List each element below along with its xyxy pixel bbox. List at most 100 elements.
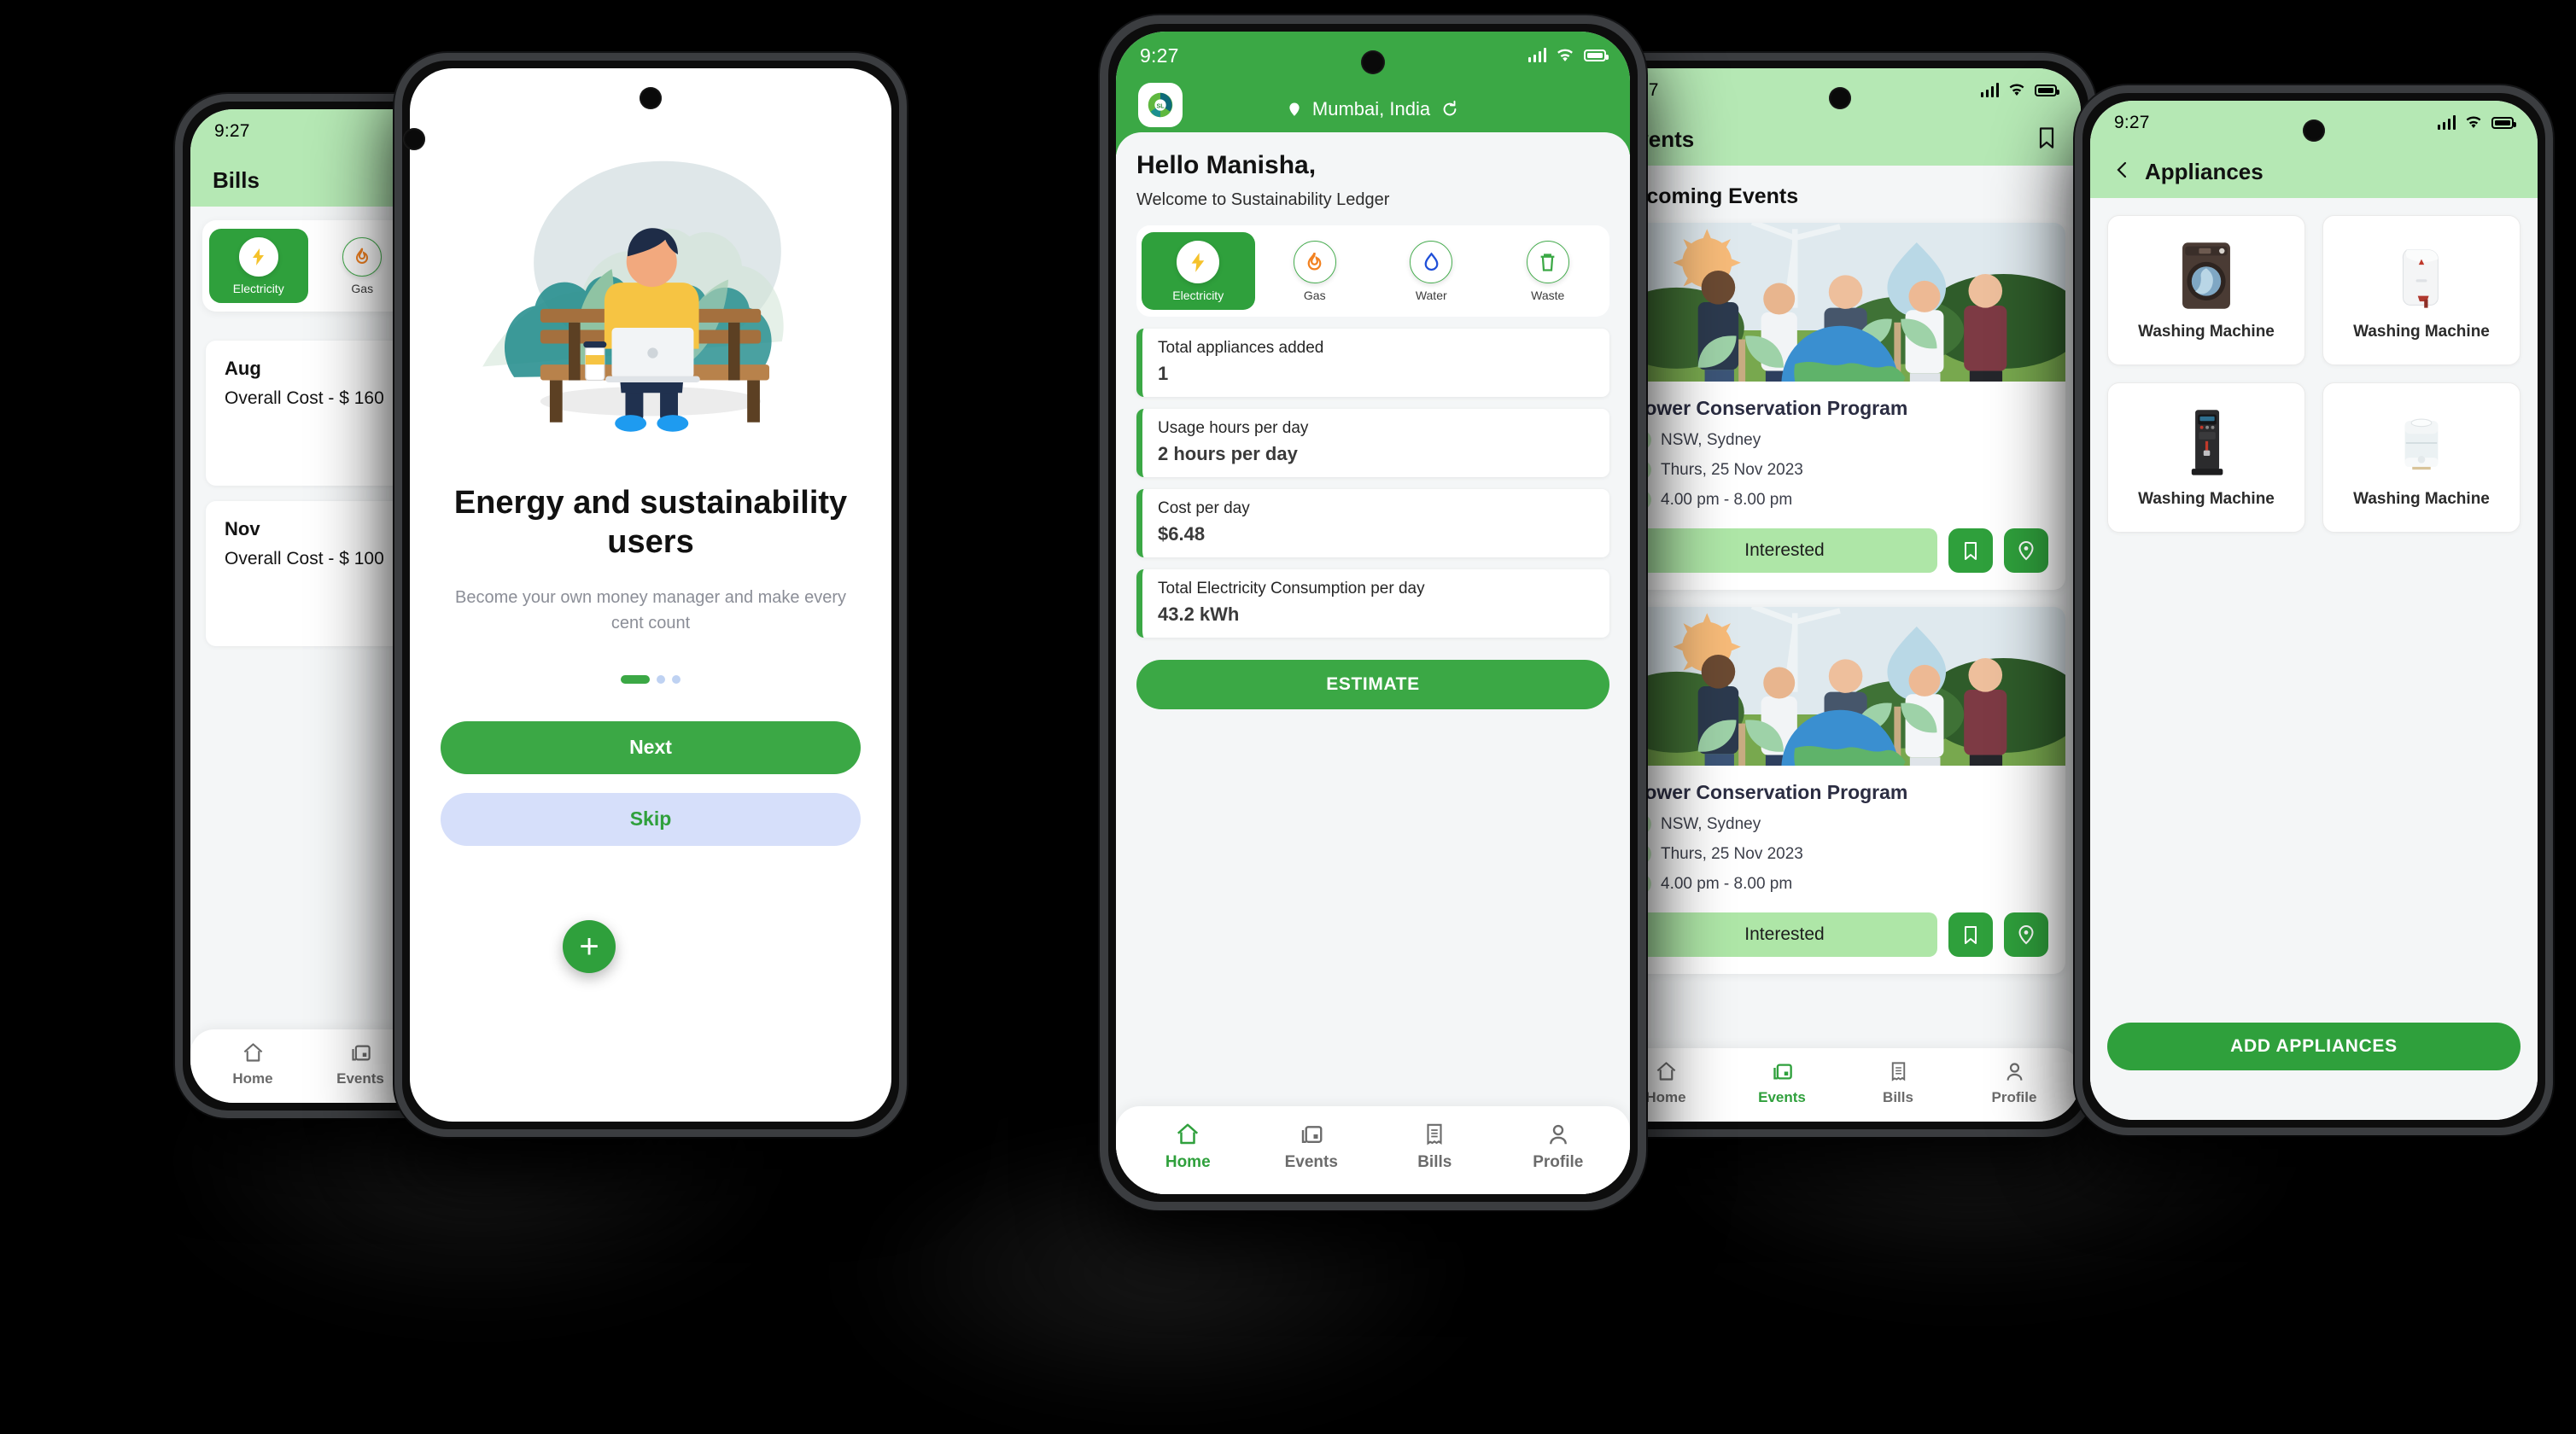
person-icon [2006,1063,2022,1081]
appliance-name: Washing Machine [2353,323,2490,341]
dot[interactable] [657,674,665,684]
bottom-nav: Home Events Bills Profile [1116,1106,1630,1194]
screen-onboarding: Energy and sustainability users Become y… [410,68,891,1122]
phone-events: 9:27 Events Upcoming Events [1584,53,2096,1137]
nav-item-events[interactable]: Events [1250,1122,1374,1172]
location-label: Mumbai, India [1311,98,1431,120]
add-appliances-button[interactable]: ADD APPLIANCES [2107,1023,2521,1070]
utility-chip-electricity[interactable]: Electricity [209,229,308,303]
nav-label: Profile [1533,1153,1584,1171]
water-dispenser-image [2191,410,2223,475]
person-on-bench-with-laptop-illustration [441,94,861,461]
screen-appliances: 9:27 Appliances Washing Machine Washing … [2090,101,2538,1120]
appliances-body: Washing Machine Washing Machine Washing … [2090,198,2538,1120]
nav-label: Bills [1417,1153,1452,1171]
save-event-button[interactable] [1948,912,1993,957]
stat-key: Usage hours per day [1158,419,1309,437]
calendar-icon [351,1045,371,1061]
nav-item-home[interactable]: Home [1126,1122,1250,1172]
bolt-icon [1177,241,1220,283]
location-pin-icon [2018,924,2034,945]
bookmark-icon[interactable] [2035,125,2059,154]
stat-value: 43.2 kWh [1158,603,1240,625]
interested-button[interactable]: Interested [1632,912,1937,957]
status-icons [1980,83,2059,97]
event-card[interactable]: Power Conservation Program NSW, Sydney T… [1615,223,2065,590]
camera-punch-hole [1361,50,1385,74]
utility-chip-gas[interactable]: Gas [1259,232,1372,310]
wifi-icon [1557,49,1573,61]
bill-month: Aug [225,358,261,379]
dot-active[interactable] [621,674,650,684]
screen-events: 9:27 Events Upcoming Events [1599,68,2081,1122]
appliance-name: Washing Machine [2353,490,2490,508]
event-card[interactable]: Power Conservation Program NSW, Sydney T… [1615,607,2065,974]
nav-item-home[interactable]: Home [199,1041,307,1087]
event-info: Power Conservation Program NSW, Sydney T… [1615,382,2065,590]
stat-key: Cost per day [1158,499,1250,517]
location-pin-icon [2018,540,2034,561]
event-title: Power Conservation Program [1632,397,1908,419]
location-row[interactable]: Mumbai, India [1116,98,1630,120]
event-date: Thurs, 25 Nov 2023 [1661,844,1803,863]
mockup-stage: 9:27 Bills Electricity Gas Aug Overall C… [0,0,2576,1434]
location-pin-icon [1289,102,1300,116]
stat-card: Cost per day $6.48 [1136,489,1609,557]
event-photo [1615,223,2065,382]
signal-icon [1980,83,1999,97]
nav-item-profile[interactable]: Profile [1497,1122,1621,1172]
pagination-dots [441,674,861,684]
plus-icon: + [579,928,599,965]
interested-button[interactable]: Interested [1632,528,1937,573]
event-map-button[interactable] [2004,912,2048,957]
onboarding-subtitle: Become your own money manager and make e… [454,587,846,632]
battery-icon [2035,85,2059,96]
app-bar: Appliances [2090,145,2538,198]
appliance-card[interactable]: Washing Machine [2322,382,2521,533]
event-time-row: 4.00 pm - 8.00 pm [1632,874,2048,894]
nav-item-bills[interactable]: Bills [1840,1060,1956,1106]
calendar-icon [1773,1064,1792,1080]
app-logo: SL [1138,83,1183,127]
utility-chip-waste[interactable]: Waste [1492,232,1605,310]
nav-item-events[interactable]: Events [1724,1060,1840,1106]
back-arrow-icon[interactable] [2112,160,2133,184]
bill-cost: Overall Cost - $ 100 [225,549,384,568]
appliance-card[interactable]: Washing Machine [2322,215,2521,365]
add-bill-fab[interactable]: + [563,920,616,973]
receipt-icon [1427,1123,1442,1145]
bolt-icon [238,237,278,277]
estimate-button[interactable]: ESTIMATE [1136,660,1609,709]
event-location-row: NSW, Sydney [1632,814,2048,834]
app-bar: Events [1599,113,2081,166]
appliance-card[interactable]: Washing Machine [2107,382,2305,533]
home-icon [1177,1123,1199,1145]
skip-button[interactable]: Skip [441,792,861,846]
nav-label: Events [1758,1089,1806,1105]
utility-label: Waste [1531,289,1565,302]
water-drop-icon [1410,241,1453,283]
utility-label: Electricity [1172,289,1224,302]
next-button[interactable]: Next [441,720,861,774]
stat-key: Total appliances added [1158,339,1324,357]
nav-item-bills[interactable]: Bills [1373,1122,1497,1172]
event-date-row: Thurs, 25 Nov 2023 [1632,460,2048,480]
water-heater-image [2402,249,2439,308]
status-time: 9:27 [214,121,250,141]
utility-chip-water[interactable]: Water [1375,232,1488,310]
appliance-name: Washing Machine [2138,323,2275,341]
status-icons [1527,48,1609,63]
stat-value: $6.48 [1158,523,1206,545]
front-load-washer-image [2182,242,2230,309]
calendar-icon [1301,1126,1323,1143]
utility-label: Electricity [232,282,284,295]
event-photo [1615,607,2065,766]
event-location: NSW, Sydney [1661,430,1761,449]
nav-item-profile[interactable]: Profile [1956,1060,2072,1106]
dot[interactable] [672,674,681,684]
event-map-button[interactable] [2004,528,2048,573]
utility-chip-electricity[interactable]: Electricity [1142,232,1255,310]
appliance-card[interactable]: Washing Machine [2107,215,2305,365]
save-event-button[interactable] [1948,528,1993,573]
event-date-row: Thurs, 25 Nov 2023 [1632,844,2048,864]
